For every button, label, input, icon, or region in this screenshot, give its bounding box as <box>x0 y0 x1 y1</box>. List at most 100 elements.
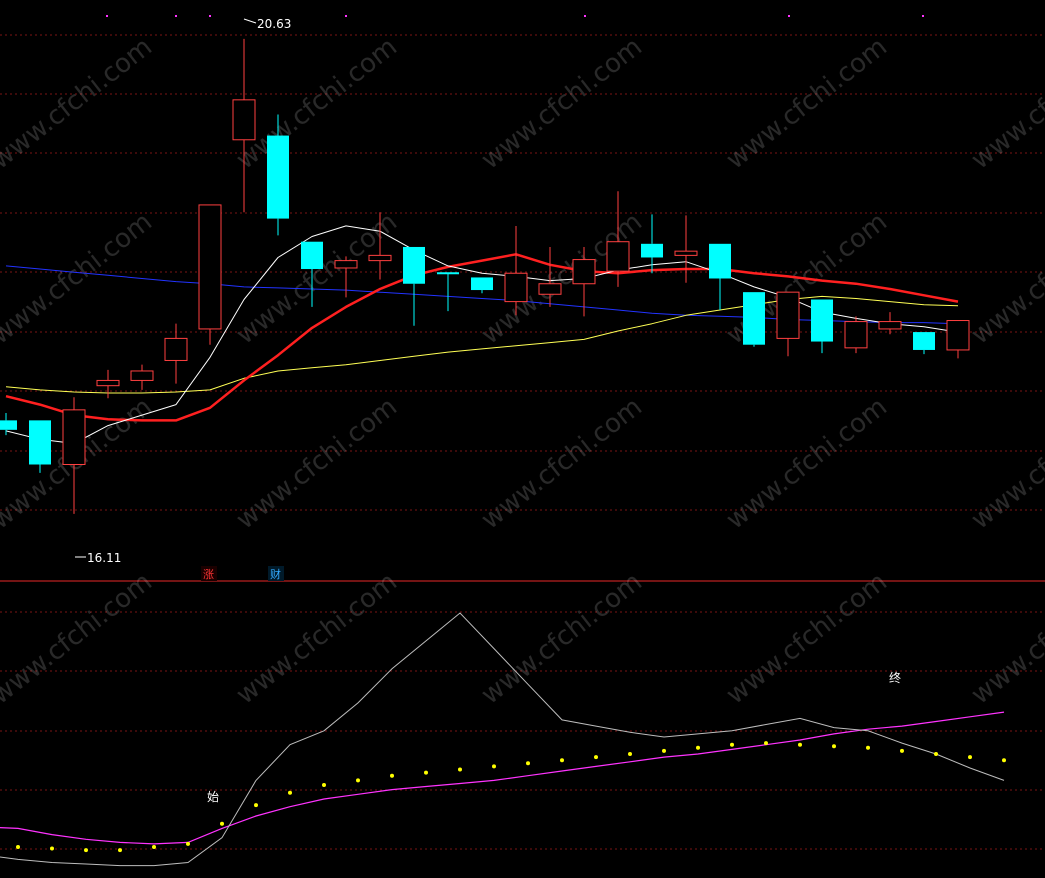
candle-body-down <box>403 246 425 284</box>
candle-body-up <box>844 321 868 349</box>
osc-dot <box>730 742 734 747</box>
top-marker-dots <box>106 15 924 17</box>
osc-dot <box>968 755 972 760</box>
watermark-text: www.cfchi.com <box>476 207 648 351</box>
osc-dot <box>220 821 224 826</box>
candle-body-up <box>606 241 630 272</box>
candle <box>776 291 800 357</box>
watermark-text: www.cfchi.com <box>966 567 1045 711</box>
osc-dot <box>118 848 122 853</box>
candle-body-up <box>674 250 698 256</box>
osc-signal-line <box>0 711 1005 845</box>
candle-body-up <box>368 254 392 262</box>
osc-dot <box>832 744 836 749</box>
watermark-text: www.cfchi.com <box>231 32 403 176</box>
candle-body-down <box>743 292 765 345</box>
top-dot <box>345 15 347 17</box>
candle <box>164 323 188 384</box>
top-dot <box>106 15 108 17</box>
osc-dot <box>322 783 326 787</box>
start-marker: 始 <box>207 790 219 804</box>
watermark-text: www.cfchi.com <box>966 207 1045 351</box>
candle <box>844 316 868 354</box>
candle <box>946 320 970 359</box>
candle <box>437 272 459 312</box>
candle-body-down <box>641 243 663 258</box>
candle <box>504 225 528 316</box>
event-badges: 涨 财 <box>201 566 284 581</box>
candle-body-down <box>913 332 935 350</box>
candle-body-up <box>504 272 528 303</box>
top-dot <box>922 15 924 17</box>
candle-body-down <box>471 277 493 291</box>
osc-dot <box>424 770 428 775</box>
osc-dot <box>798 742 802 747</box>
candle-body-up <box>198 204 222 330</box>
candle-body-up <box>130 370 154 381</box>
watermark-text: www.cfchi.com <box>476 392 648 536</box>
candle-body-up <box>538 283 562 295</box>
candle-body-down <box>811 299 833 342</box>
osc-dot <box>866 745 870 750</box>
stock-chart: www.cfchi.com www.cfchi.com www.cfchi.com w… <box>0 15 1045 867</box>
osc-dot <box>390 773 394 778</box>
top-dot <box>788 15 790 17</box>
badge-fin: 财 <box>270 567 281 581</box>
candle <box>62 397 86 514</box>
osc-dot <box>1002 758 1006 763</box>
candle-body-up <box>62 409 86 466</box>
osc-dot <box>900 748 904 753</box>
osc-main-line <box>0 612 1005 867</box>
osc-dot <box>628 752 632 756</box>
osc-dot <box>50 846 54 851</box>
osc-dot <box>356 778 360 783</box>
watermark-text: www.cfchi.com <box>476 567 648 711</box>
watermark-text: www.cfchi.com <box>231 392 403 536</box>
low-price-label: 16.11 <box>87 551 121 565</box>
osc-dot <box>16 845 20 849</box>
osc-dot <box>152 845 156 849</box>
osc-dot <box>186 841 190 846</box>
candle-body-down <box>709 243 731 279</box>
candle-body-up <box>164 337 188 361</box>
osc-dot <box>696 745 700 750</box>
candle <box>709 243 731 311</box>
watermark-text: www.cfchi.com <box>0 32 158 176</box>
watermark-text: www.cfchi.com <box>0 567 158 711</box>
osc-dot <box>594 755 598 760</box>
osc-dot <box>560 758 564 763</box>
candle <box>198 204 222 345</box>
candle-body-up <box>946 320 970 351</box>
candle-body-up <box>878 321 902 330</box>
candle <box>913 332 935 355</box>
osc-dot <box>84 848 88 853</box>
top-dot <box>584 15 586 17</box>
candle <box>811 299 833 354</box>
osc-dot <box>526 761 530 766</box>
watermark-text: www.cfchi.com <box>476 32 648 176</box>
osc-dot <box>934 752 938 756</box>
candle-body-down <box>301 241 323 270</box>
end-marker: 终 <box>889 670 901 685</box>
candle <box>96 369 120 399</box>
osc-dot <box>662 748 666 753</box>
candle <box>674 215 698 283</box>
candle <box>130 364 154 390</box>
candle-body-up <box>572 259 596 285</box>
candle <box>403 246 425 326</box>
oscillator-panel <box>0 612 1006 867</box>
candle-body-down <box>29 420 51 465</box>
osc-dot <box>492 764 496 769</box>
badge-up: 涨 <box>203 568 214 581</box>
watermark-text: www.cfchi.com <box>966 392 1045 536</box>
candle <box>232 38 256 213</box>
candle-body-up <box>96 379 120 387</box>
watermark-text: www.cfchi.com <box>966 32 1045 176</box>
osc-dot <box>458 767 462 772</box>
watermark-text: www.cfchi.com <box>231 207 403 351</box>
watermark-text: www.cfchi.com <box>721 32 893 176</box>
top-dot <box>209 15 211 17</box>
candle-body-up <box>334 260 358 269</box>
top-dot <box>175 15 177 17</box>
watermarks: www.cfchi.com www.cfchi.com www.cfchi.com w… <box>0 32 1045 711</box>
